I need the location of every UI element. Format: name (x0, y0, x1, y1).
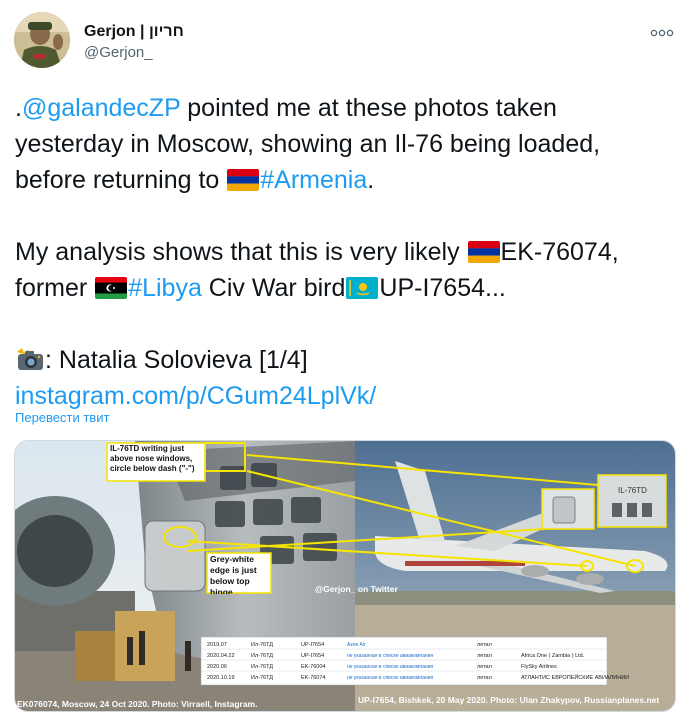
tweet-media-image[interactable]: IL-76TD IL-76TD writing just above nose … (14, 440, 676, 712)
table-cell: летал (477, 664, 492, 670)
tweet-line-7: instagram.com/p/CGum24LplVk/ (15, 378, 675, 414)
table-cell: 2020.10.19 (207, 675, 235, 681)
text-segment: UP-I7654... (379, 274, 506, 302)
annotation-writing: IL-76TD writing just above nose windows,… (110, 444, 195, 473)
table-cell: летал (477, 675, 492, 681)
tweet-line-6: : Natalia Solovieva [1/4] (15, 342, 675, 378)
table-cell: АТЛАНТИС ЕВРОПЕЙСКИЕ АВИАЛИНИИ (521, 673, 629, 681)
watermark: @Gerjon_ on Twitter (315, 584, 398, 594)
text-segment: EK-76074, (500, 238, 619, 266)
tweet-header: Gerjon | חריון @Gerjon_ (14, 12, 685, 76)
table-cell: 2019.07 (207, 642, 227, 648)
caption-right: UP-I7654, Bishkek, 20 May 2020. Photo: U… (358, 695, 659, 705)
armenia-flag-icon (467, 241, 500, 263)
hashtag-armenia-link[interactable]: #Armenia (260, 166, 367, 194)
table-cell: Azee Air (347, 642, 366, 648)
inset-label: IL-76TD (618, 486, 647, 495)
table-cell: UP-I7654 (301, 653, 324, 659)
instagram-link[interactable]: instagram.com/p/CGum24LplVk/ (15, 382, 376, 410)
caption-left: EK076074, Moscow, 24 Oct 2020. Photo: Vi… (17, 699, 257, 709)
text-segment: Civ War bird (201, 274, 346, 302)
table-cell: 2020.04.22 (207, 653, 235, 659)
hashtag-libya-link[interactable]: #Libya (128, 274, 202, 302)
armenia-flag-icon (227, 169, 260, 191)
text-segment: My analysis shows that this is very like… (15, 238, 467, 266)
author-names: Gerjon | חריון @Gerjon_ (84, 22, 184, 63)
more-options-icon[interactable] (649, 22, 675, 44)
author-handle[interactable]: @Gerjon_ (84, 43, 184, 63)
libya-flag-icon (95, 277, 128, 299)
avatar[interactable] (14, 12, 70, 68)
tweet-line-4: My analysis shows that this is very like… (15, 234, 675, 270)
author-display-name[interactable]: Gerjon | חריון (84, 22, 184, 42)
tweet-line-2: yesterday in Moscow, showing an Il-76 be… (15, 130, 601, 158)
tweet-line-5: former #Libya Civ War bird UP-I7654... (15, 270, 675, 306)
table-cell: FlySky Airlines (521, 664, 557, 670)
table-cell: 2020.06 (207, 664, 227, 670)
table-cell: EK-76004 (301, 664, 325, 670)
table-cell: Ил-76ТД (251, 642, 273, 648)
table-cell: EK-76074 (301, 675, 325, 681)
mention-link[interactable]: @galandecZP (22, 94, 180, 122)
registration-table: 2019.07 Ил-76ТД UP-I7654 Azee Air летал 2020.… (200, 636, 629, 686)
table-cell: летал (477, 653, 492, 659)
tweet-line-3: before returning to #Armenia. (15, 162, 675, 198)
text-segment: before returning to (15, 166, 227, 194)
kazakhstan-flag-icon (346, 277, 379, 299)
table-cell: не указанная в списке авиакомпания (347, 675, 433, 681)
text-prefix: . (15, 94, 22, 122)
tweet-line-1: .@galandecZP pointed me at these photos … (15, 90, 675, 126)
text-segment: former (15, 274, 95, 302)
text-segment: . (367, 166, 375, 194)
table-cell: летал (477, 642, 492, 648)
table-cell: Ил-76ТД (251, 675, 273, 681)
text-segment: pointed me at these photos taken (180, 94, 557, 122)
translate-tweet-link[interactable]: Перевести твит (15, 410, 109, 425)
table-cell: Ил-76ТД (251, 653, 273, 659)
camera-flash-icon (15, 346, 45, 372)
table-cell: Ил-76ТД (251, 664, 273, 670)
table-cell: Africa One ( Zambia ) Ltd. (521, 653, 585, 659)
table-cell: UP-I7654 (301, 642, 324, 648)
annotation-edge: Grey-white edge is just below top hinge (210, 554, 257, 594)
text-segment: : Natalia Solovieva [1/4] (45, 346, 308, 374)
tweet-text: .@galandecZP pointed me at these photos … (15, 90, 675, 414)
table-cell: не указанная в списке авиакомпания (347, 653, 433, 659)
table-cell: не указанная в списке авиакомпания (347, 664, 433, 670)
